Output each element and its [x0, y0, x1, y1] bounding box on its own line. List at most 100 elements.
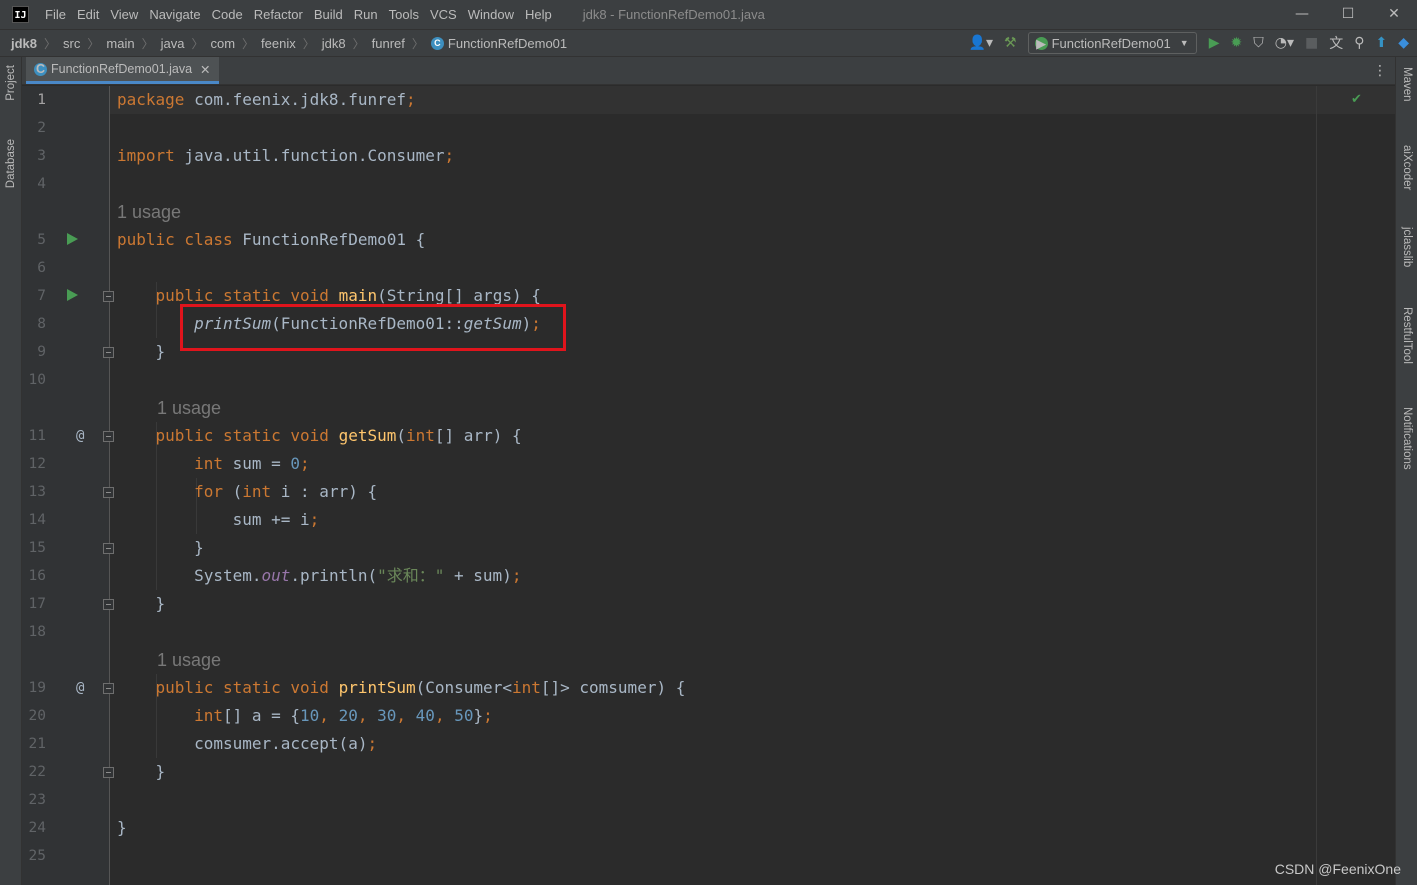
editor-gutter: 1 2 3 4 5 6 7 8 9 10 11 12 13 14 15 16 1… — [22, 86, 114, 885]
line-number: 2 — [37, 120, 46, 136]
chevron-right-icon: 〉 — [242, 36, 255, 51]
build-hammer-icon[interactable]: ⚒ — [1004, 35, 1017, 51]
aixcoder-tool-label: aiXcoder — [1401, 145, 1413, 191]
debug-icon[interactable]: ✹ — [1231, 35, 1243, 51]
run-icon[interactable]: ▶ — [1209, 35, 1220, 51]
breadcrumb-item-jdk8[interactable]: jdk8 — [322, 36, 346, 51]
database-tool-button[interactable]: Database — [0, 139, 22, 188]
code-line-11: public static void getSum(int[] arr) { — [155, 426, 522, 445]
navigation-bar: jdk8 〉 src 〉 main 〉 java 〉 com 〉 feenix … — [0, 29, 1417, 57]
breadcrumb-item-src[interactable]: src — [63, 36, 80, 51]
usage-inlay-hint[interactable]: 1 usage — [117, 198, 181, 226]
line-number: 17 — [28, 596, 46, 612]
aixcoder-tool-button[interactable]: aiXcoder — [1396, 145, 1417, 190]
coverage-icon[interactable]: ⛉ — [1253, 35, 1264, 51]
line-number: 7 — [37, 288, 46, 304]
menu-build[interactable]: Build — [314, 7, 343, 22]
search-icon[interactable]: ⚲ — [1354, 35, 1364, 51]
implements-method-icon[interactable]: @ — [76, 674, 84, 702]
close-button[interactable]: ✕ — [1371, 0, 1417, 29]
chevron-right-icon: 〉 — [191, 36, 204, 51]
run-configuration-select[interactable]: ▶ FunctionRefDemo01 ▼ — [1027, 32, 1197, 54]
project-tool-button[interactable]: Project — [0, 65, 22, 101]
line-number: 4 — [37, 176, 46, 192]
code-line-20: int[] a = {10, 20, 30, 40, 50}; — [194, 706, 493, 725]
line-number: 3 — [37, 148, 46, 164]
translate-icon[interactable]: 文 — [1329, 33, 1343, 53]
restfultool-tool-button[interactable]: RestfulTool — [1396, 307, 1417, 364]
menu-code[interactable]: Code — [212, 7, 243, 22]
toolbar: 👤▾ ⚒ ▶ FunctionRefDemo01 ▼ ▶ ✹ ⛉ ◔▾ ■ 文 … — [969, 30, 1417, 56]
chevron-right-icon: 〉 — [141, 36, 154, 51]
jclasslib-tool-button[interactable]: jclasslib — [1396, 227, 1417, 267]
breadcrumb-item-main[interactable]: main — [106, 36, 134, 51]
close-icon[interactable]: ✕ — [200, 62, 210, 77]
line-number: 5 — [37, 232, 46, 248]
line-number: 8 — [37, 316, 46, 332]
line-number: 18 — [28, 624, 46, 640]
code-line-16: System.out.println("求和：" + sum); — [117, 566, 522, 585]
menu-run[interactable]: Run — [354, 7, 378, 22]
menu-tools[interactable]: Tools — [389, 7, 419, 22]
minimize-button[interactable]: — — [1279, 0, 1325, 29]
update-icon[interactable]: ⬆ — [1375, 35, 1387, 51]
menu-window[interactable]: Window — [468, 7, 514, 22]
menu-bar: File Edit View Navigate Code Refactor Bu… — [45, 7, 563, 22]
code-line-12: int sum = 0; — [194, 454, 310, 473]
menu-view[interactable]: View — [110, 7, 138, 22]
database-tool-label: Database — [5, 139, 17, 189]
code-line-9: } — [117, 342, 166, 361]
line-number: 21 — [28, 736, 46, 752]
restfultool-tool-label: RestfulTool — [1401, 307, 1413, 364]
no-problems-check-icon[interactable]: ✔ — [1351, 92, 1362, 107]
breadcrumb-item-com[interactable]: com — [210, 36, 235, 51]
menu-file[interactable]: File — [45, 7, 66, 22]
breadcrumb-item-funref[interactable]: funref — [372, 36, 405, 51]
tab-functionrefdemo01[interactable]: C FunctionRefDemo01.java ✕ — [26, 57, 219, 84]
usage-inlay-hint[interactable]: 1 usage — [157, 646, 221, 674]
implements-method-icon[interactable]: @ — [76, 422, 84, 450]
profile-icon[interactable]: ◔▾ — [1275, 35, 1294, 51]
line-number: 10 — [28, 372, 46, 388]
run-main-icon[interactable] — [67, 289, 78, 301]
menu-vcs[interactable]: VCS — [430, 7, 457, 22]
window-title: jdk8 - FunctionRefDemo01.java — [582, 7, 765, 22]
line-number: 13 — [28, 484, 46, 500]
breadcrumb-item-feenix[interactable]: feenix — [261, 36, 296, 51]
maven-tool-label: Maven — [1401, 67, 1413, 102]
line-number: 25 — [28, 848, 46, 864]
line-number: 1 — [37, 92, 46, 108]
code-line-1: package com.feenix.jdk8.funref; — [117, 90, 416, 109]
user-icon[interactable]: 👤▾ — [969, 35, 993, 51]
menu-navigate[interactable]: Navigate — [149, 7, 200, 22]
more-vertical-icon[interactable]: ⋮ — [1373, 62, 1387, 79]
chevron-right-icon: 〉 — [87, 36, 100, 51]
menu-edit[interactable]: Edit — [77, 7, 99, 22]
code-line-22: } — [117, 762, 166, 781]
line-number: 19 — [28, 680, 46, 696]
run-class-icon[interactable] — [67, 233, 78, 245]
menu-help[interactable]: Help — [525, 7, 552, 22]
chevron-right-icon: 〉 — [411, 36, 424, 51]
intellij-logo-icon[interactable]: IJ — [12, 6, 29, 23]
notifications-tool-button[interactable]: Notifications — [1396, 407, 1417, 470]
maximize-button[interactable]: ☐ — [1325, 0, 1371, 29]
menu-refactor[interactable]: Refactor — [254, 7, 303, 22]
line-number: 15 — [28, 540, 46, 556]
code-line-24: } — [117, 818, 127, 837]
code-area[interactable]: package com.feenix.jdk8.funref; import j… — [110, 86, 1395, 885]
code-editor[interactable]: 1 2 3 4 5 6 7 8 9 10 11 12 13 14 15 16 1… — [22, 86, 1395, 885]
code-line-3: import java.util.function.Consumer; — [117, 146, 455, 165]
notifications-tool-label: Notifications — [1401, 407, 1413, 470]
java-class-icon: C — [430, 36, 444, 50]
jclasslib-tool-label: jclasslib — [1401, 227, 1413, 268]
line-number: 23 — [28, 792, 46, 808]
breadcrumb-item-java[interactable]: java — [161, 36, 185, 51]
usage-inlay-hint[interactable]: 1 usage — [157, 394, 221, 422]
line-number: 11 — [28, 428, 46, 444]
breadcrumb-item-project[interactable]: jdk8 — [11, 36, 37, 51]
breadcrumb-item-class[interactable]: FunctionRefDemo01 — [448, 36, 567, 51]
run-configuration-label: FunctionRefDemo01 — [1051, 35, 1171, 51]
maven-tool-button[interactable]: Maven — [1396, 67, 1417, 102]
plugin-icon[interactable]: ◆ — [1398, 35, 1409, 51]
